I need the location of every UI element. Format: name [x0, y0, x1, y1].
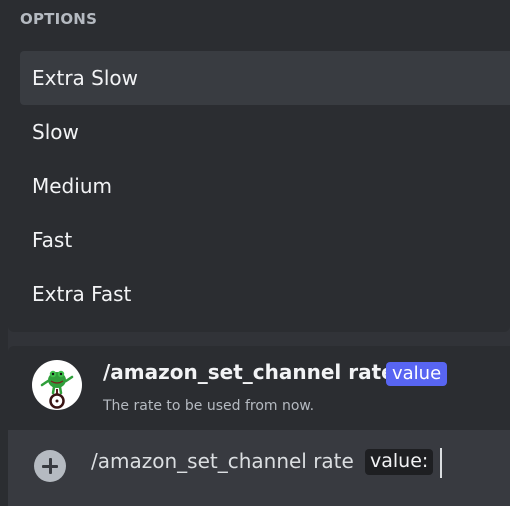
message-input-bar[interactable]: /amazon_set_channel rate value: [8, 430, 510, 506]
value-option-chip[interactable]: value: [365, 449, 434, 475]
option-extra-slow[interactable]: Extra Slow [20, 51, 510, 105]
option-label: Slow [32, 120, 79, 144]
option-slow[interactable]: Slow [20, 105, 510, 159]
command-description: The rate to be used from now. [103, 398, 315, 414]
options-header: OPTIONS [20, 10, 98, 28]
option-extra-fast[interactable]: Extra Fast [20, 267, 510, 321]
left-edge-strip [0, 0, 8, 506]
frog-unicycle-avatar-icon [32, 360, 82, 410]
option-fast[interactable]: Fast [20, 213, 510, 267]
command-name: /amazon_set_channel rate [103, 360, 395, 384]
option-label: Fast [32, 228, 73, 252]
option-label: Extra Fast [32, 282, 132, 306]
option-medium[interactable]: Medium [20, 159, 510, 213]
text-caret [440, 448, 442, 478]
input-command-text: /amazon_set_channel rate [91, 449, 354, 473]
options-popup: OPTIONS Extra Slow Slow Medium Fast Extr… [8, 0, 510, 332]
option-label: Medium [32, 174, 112, 198]
option-label: Extra Slow [32, 66, 138, 90]
plus-circle-icon[interactable] [34, 450, 66, 482]
parameter-badge: value [386, 362, 448, 386]
